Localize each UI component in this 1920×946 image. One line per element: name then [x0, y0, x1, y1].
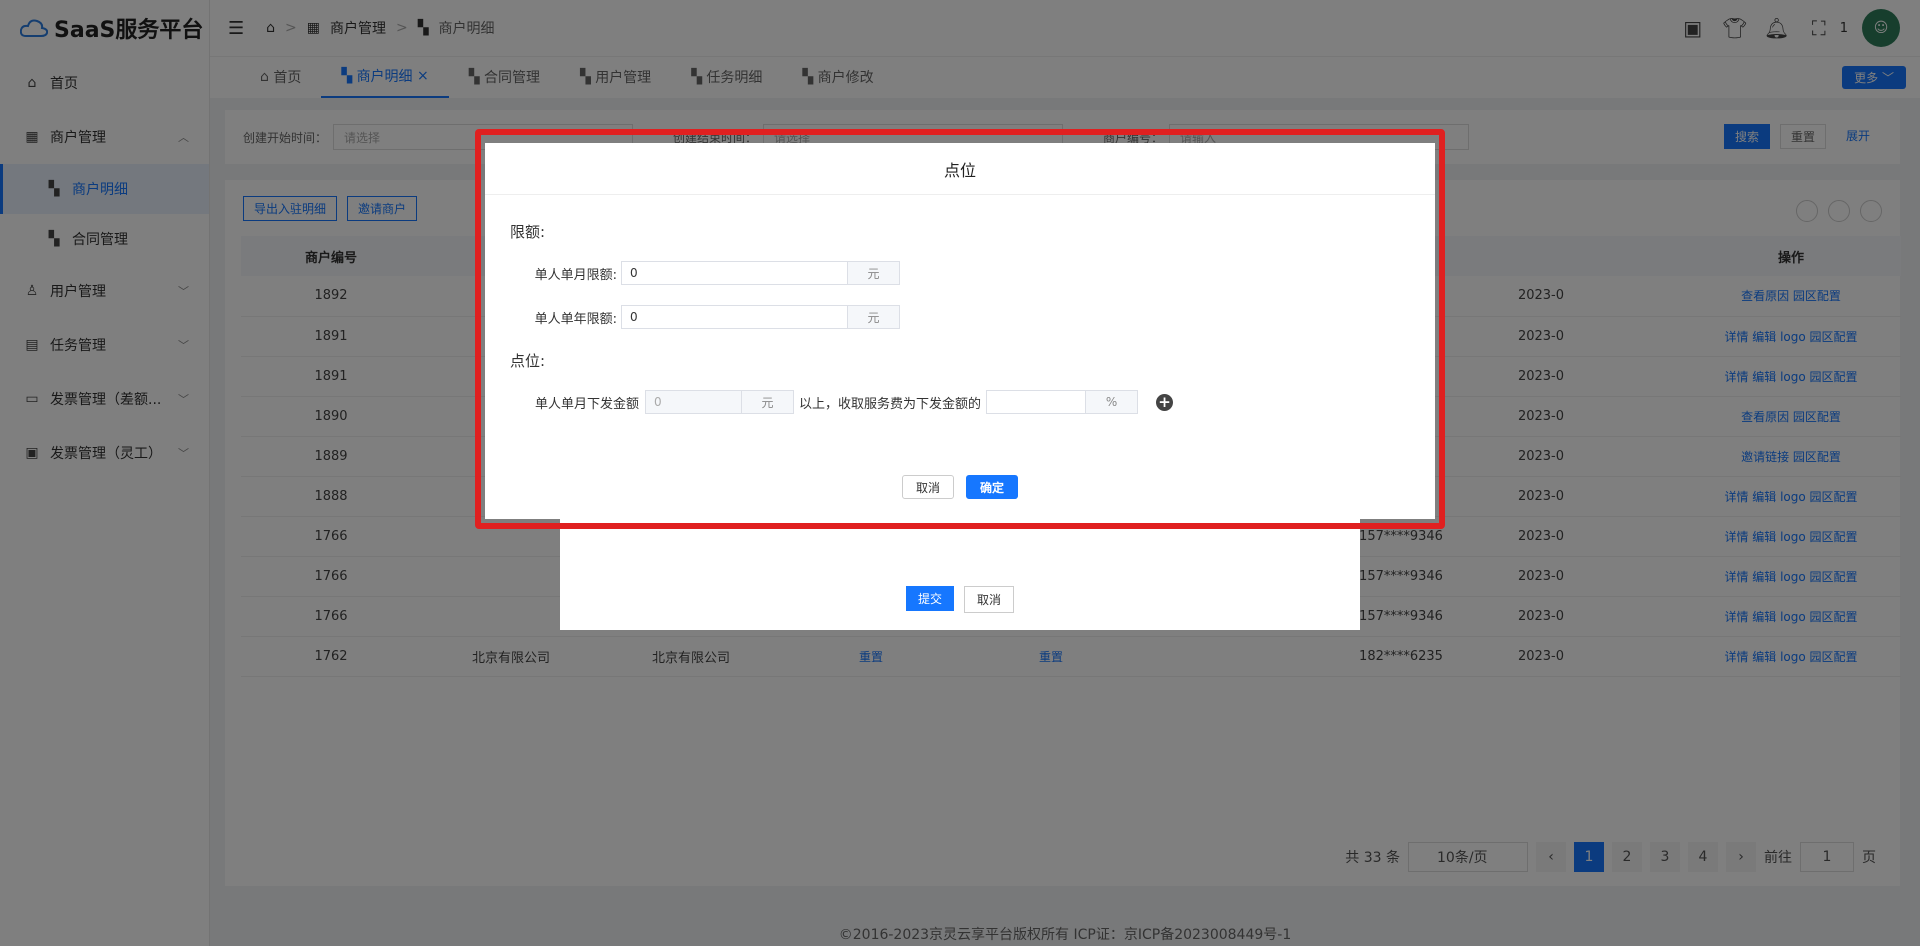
- yearly-limit-row: 单人单年限额: 0 元: [529, 305, 900, 329]
- yearly-limit-input[interactable]: 0: [621, 305, 848, 329]
- point-section-label: 点位:: [510, 352, 546, 370]
- limit-section-label: 限额:: [510, 223, 546, 241]
- yearly-limit-label: 单人单年限额:: [534, 311, 617, 327]
- dialog-title: 点位: [485, 143, 1435, 195]
- unit-suffix: 元: [848, 305, 900, 329]
- percent-suffix: %: [1086, 390, 1139, 414]
- point-amount-label: 单人单月下发金额: [535, 396, 640, 412]
- monthly-limit-row: 单人单月限额: 0 元: [529, 261, 900, 285]
- point-amount-input[interactable]: 0: [645, 390, 743, 414]
- point-rule-row: 单人单月下发金额 0 元 以上，收取服务费为下发金额的 % +: [535, 390, 1174, 414]
- monthly-limit-label: 单人单月限额:: [534, 267, 617, 283]
- cancel-button[interactable]: 取消: [964, 586, 1015, 613]
- add-circle-icon[interactable]: +: [1156, 393, 1174, 411]
- cancel-button[interactable]: 取消: [902, 475, 954, 499]
- app-root: SaaS服务平台 ⌂ 首页 ▦ 商户管理 ︿ ▚ 商户明细 ▚ 合同管理 ♙ 用…: [0, 0, 1920, 946]
- point-dialog: 点位 限额: 单人单月限额: 0 元 单人单年限额: 0 元 点位: 单人单月下…: [485, 143, 1435, 519]
- monthly-limit-input[interactable]: 0: [621, 261, 848, 285]
- point-rate-input[interactable]: [986, 390, 1087, 414]
- unit-suffix: 元: [848, 261, 900, 285]
- unit-suffix: 元: [742, 390, 795, 414]
- submit-button[interactable]: 提交: [906, 586, 955, 611]
- point-rate-text: 以上，收取服务费为下发金额的: [799, 396, 982, 412]
- confirm-button[interactable]: 确定: [966, 475, 1018, 499]
